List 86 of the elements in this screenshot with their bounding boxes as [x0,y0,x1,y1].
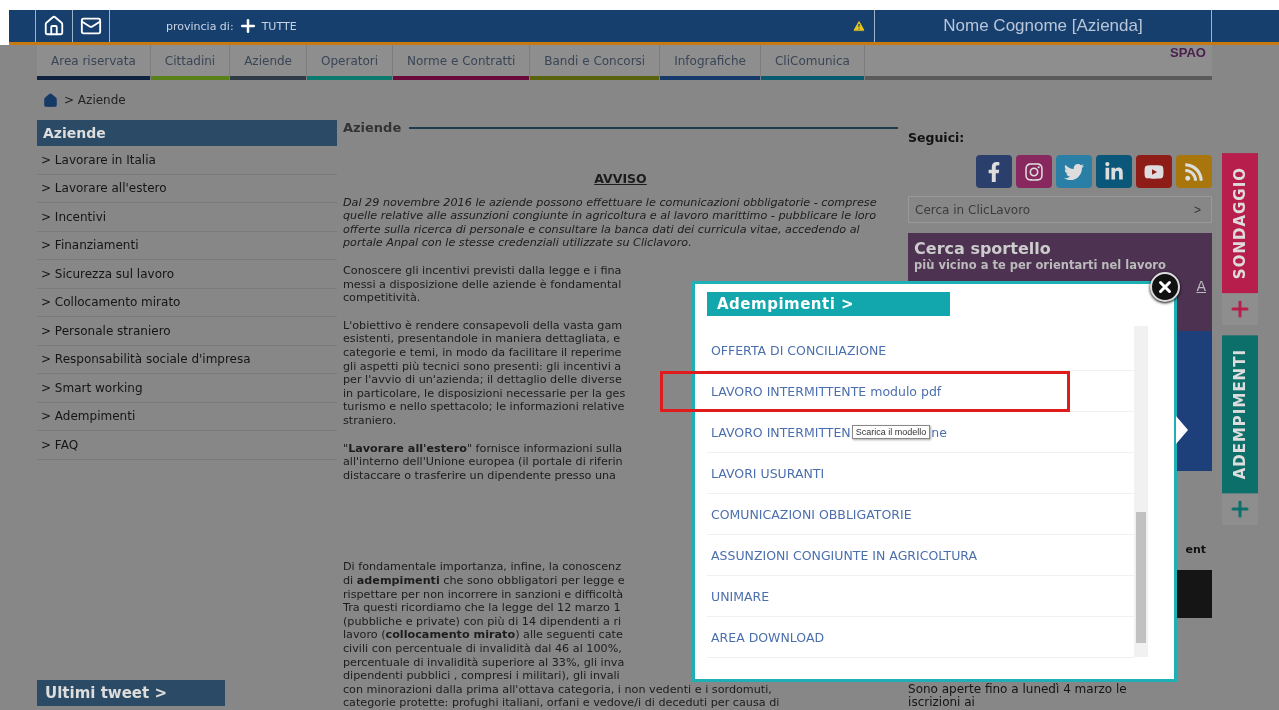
promo-title: Cerca sportello [914,239,1052,258]
text-line: (pubbliche e private) con più di 14 dipendenti a ri [342,614,622,629]
text-line: messi a disposizione delle aziende è fondamental [342,277,622,292]
text-line: turismo e nello spettacolo; le informazioni relative [342,400,625,414]
list-link[interactable]: OFFERTA DI CONCILIAZIONE [711,342,887,358]
list-link[interactable]: COMUNICAZIONI OBBLIGATORIE [711,506,912,522]
text-line: percentuale di invalidità superiore al 33%, gli inva [342,655,625,670]
logo: SPAO [1170,45,1206,60]
mail-icon[interactable] [72,10,110,42]
facebook-icon[interactable] [976,155,1012,188]
instagram-icon[interactable] [1016,155,1052,188]
sidebar-item[interactable]: > Finanziamenti [37,231,337,260]
nav-tab[interactable]: Bandi e Concorsi [530,45,660,76]
text-line: competitività. [342,291,421,305]
promo-subtitle: più vicino a te per orientarti nel lavoro [914,258,1167,272]
text-line: all'interno dell'Unione europea (il portale di riferin [342,455,623,469]
warning-icon[interactable] [852,19,866,33]
province-value[interactable]: TUTTE [261,19,297,33]
text-line: civili con percentuale di invalidità dal 46 al 100%, [342,642,622,656]
sidebar-item[interactable]: > Lavorare all'estero [37,174,337,203]
twitter-icon[interactable] [1056,155,1092,188]
list-link[interactable]: AREA DOWNLOAD [711,629,825,645]
nav-tab[interactable]: CliComunica [760,45,864,76]
sidebar-item[interactable]: > Collocamento mirato [37,288,337,317]
text-line: esistenti, presentandole in maniera dettagliata, e [342,332,621,346]
text-line: gli aspetti più tecnici sono presenti: gli incentivi a [342,359,622,374]
sidebar-item[interactable]: > Incentivi [37,203,337,232]
text-line: rispettare per non incorrere in sanzioni e difficoltà [342,587,624,602]
scrollbar[interactable] [1134,326,1148,657]
nav-tab[interactable]: Norme e Contratti [393,45,530,76]
sidebar-item[interactable]: > Smart working [37,374,337,403]
close-icon [1156,278,1174,296]
sidebar-item[interactable]: > Responsabilità sociale d'impresa [37,345,337,374]
news-text: Sono aperte fino a lunedì 4 marzo le [908,682,1127,697]
breadcrumb: > Aziende [64,93,126,107]
text-line: Conoscere gli incentivi previsti dalla legge e i fina [342,263,622,278]
province-label: provincia di: [166,19,234,33]
sidebar-item[interactable]: > FAQ [37,431,337,460]
promo-link[interactable]: A [1196,278,1206,294]
follow-label: Seguici: [908,129,966,145]
text-line: di adempimenti che sono obbligatori per legge e [342,574,625,588]
list-link[interactable]: LAVORO INTERMITTEN [711,424,851,440]
list-link[interactable]: ASSUNZIONI CONGIUNTE IN AGRICOLTURA [711,547,978,563]
tweets-title[interactable]: Ultimi tweet > [37,680,225,706]
text-line: Tra questi ricordiamo che la legge del 12 marzo 1 [342,601,621,615]
text-line: con minorazioni dalla prima all'ottava categoria, i non vedenti e i sordomuti, [342,682,772,697]
news-text: iscrizioni ai [908,696,975,710]
text-fragment: ent [1185,543,1206,556]
text-line: Di fondamentale importanza, infine, la conoscenz [342,560,622,575]
list-link[interactable]: LAVORO INTERMITTENTE modulo pdf [711,383,942,399]
side-tab[interactable]: SONDAGGIO [1222,153,1258,294]
nav-tab[interactable]: Infografiche [660,45,760,76]
text-line: per l'avvio di un'azienda; il dettaglio delle diverse [342,373,622,387]
tooltip: Scarica il modello [851,425,931,439]
text-line: in particolare, le disposizioni necessarie per la ges [342,386,626,401]
nav-tab[interactable]: Operatori [307,45,393,76]
notice-text: Dal 29 novembre 2016 le aziende possono effettuare le comunicazioni obbligatorie - comprese quelle relative alle assunzioni congiunte in agricoltura e al lavoro marittimo - pubblicare le loro offerte sulla ricerca di personale e consultare la banca dati dei curricula vitae, accedendo al portale Anpal con le stesse credenziali utilizzate su Cliclavoro. [342,195,878,250]
sidebar-item[interactable]: > Personale straniero [37,317,337,346]
modal-title[interactable]: Adempimenti > [707,292,950,316]
rss-icon[interactable] [1176,155,1212,188]
youtube-icon[interactable] [1136,155,1172,188]
list-link-end[interactable]: ne [931,424,947,440]
text-line: L'obiettivo è rendere consapevoli della vasta gam [342,318,623,333]
search-button[interactable]: > [1188,201,1207,218]
sidebar-item[interactable]: > Lavorare in Italia [37,146,337,175]
sidebar-item[interactable]: > Sicurezza sul lavoro [37,260,337,289]
nav-tab[interactable]: Area riservata [37,45,150,76]
text-line: "Lavorare all'estero" fornisce informazioni sulla [342,441,623,456]
notice-title: AVVISO [594,172,647,186]
nav-tab[interactable]: Cittadini [150,45,230,76]
list-link[interactable]: UNIMARE [711,588,770,604]
sidebar-item[interactable]: > Adempimenti [37,402,337,431]
text-line: straniero. [342,413,397,428]
text-line: dipendenti pubblici , compresi i militari), gli invali [342,669,620,683]
text-line: distaccare o trasferire un dipendente presso una [342,468,616,483]
content-title: Aziende [342,121,402,135]
text-line: categorie e temi, in modo da facilitare il reperime [342,345,622,360]
user-name[interactable]: Nome Cognome [Azienda] [874,10,1212,42]
side-tab[interactable]: ADEMPIMENTI [1222,335,1258,494]
text-line: categorie protette: profughi italiani, orfani e vedove/i di deceduti per causa di [342,696,780,710]
text-line: lavoro (collocamento mirato) alle seguenti cate [342,628,623,643]
nav-tab[interactable]: Aziende [230,45,306,76]
sidebar-title: Aziende [37,120,337,146]
linkedin-icon[interactable] [1096,155,1132,188]
list-link[interactable]: LAVORI USURANTI [711,465,825,481]
search-field[interactable]: Cerca in ClicLavoro > [908,196,1212,223]
